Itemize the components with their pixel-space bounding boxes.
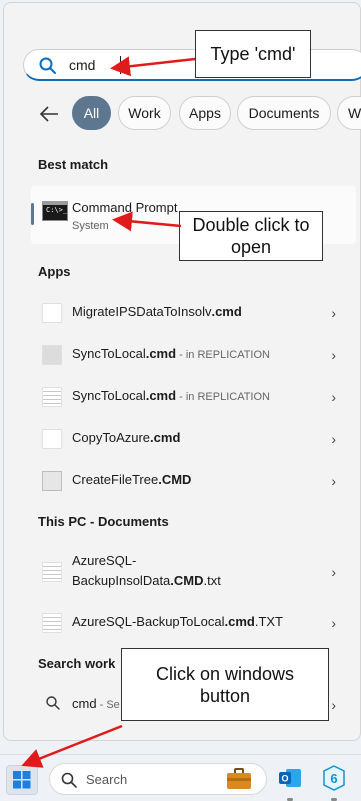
callout-type-cmd: Type 'cmd' xyxy=(195,30,311,78)
documents-heading: This PC - Documents xyxy=(38,514,169,529)
chevron-right-icon: › xyxy=(331,347,336,363)
filter-bar: All Work Apps Documents W xyxy=(38,96,361,132)
chevron-right-icon: › xyxy=(331,564,336,580)
blank-file-icon xyxy=(42,303,62,323)
back-arrow-icon[interactable] xyxy=(38,104,60,124)
chevron-right-icon: › xyxy=(331,389,336,405)
callout-double-click: Double click to open xyxy=(179,211,323,261)
blank-file-icon xyxy=(42,429,62,449)
svg-text:6: 6 xyxy=(330,771,337,786)
app-result-item[interactable]: SyncToLocal.cmd - in REPLICATION › xyxy=(38,334,356,374)
outlook-icon[interactable]: O xyxy=(278,766,302,790)
selection-indicator xyxy=(31,203,34,225)
settings-file-icon xyxy=(42,345,62,365)
blurred-file-icon xyxy=(42,471,62,491)
search-icon xyxy=(39,57,56,74)
best-match-heading: Best match xyxy=(38,157,109,172)
filter-work[interactable]: Work xyxy=(118,96,171,130)
document-result-item[interactable]: AzureSQL- BackupInsolData.CMD.txt › xyxy=(38,546,356,598)
chevron-right-icon: › xyxy=(331,473,336,489)
chevron-right-icon: › xyxy=(331,697,336,713)
search-icon xyxy=(46,696,60,710)
text-caret xyxy=(120,56,121,74)
chevron-right-icon: › xyxy=(331,431,336,447)
briefcase-icon xyxy=(227,768,251,789)
chevron-right-icon: › xyxy=(331,615,336,631)
taskbar-search-placeholder: Search xyxy=(86,772,128,787)
windows-logo-icon xyxy=(13,771,31,789)
command-prompt-icon: C:\>_ xyxy=(42,201,68,221)
app-6-icon[interactable]: 6 xyxy=(322,765,346,791)
best-match-subtitle: System xyxy=(72,220,109,232)
filter-apps[interactable]: Apps xyxy=(179,96,231,130)
app-result-item[interactable]: CreateFileTree.CMD › xyxy=(38,460,356,500)
filter-all[interactable]: All xyxy=(72,96,111,130)
windows-start-button[interactable] xyxy=(6,765,38,795)
app-result-item[interactable]: SyncToLocal.cmd - in REPLICATION › xyxy=(38,376,356,416)
search-work-heading: Search work xyxy=(38,656,116,671)
svg-text:O: O xyxy=(281,774,288,784)
taskbar-search-box[interactable]: Search xyxy=(49,763,267,795)
app-result-item[interactable]: MigrateIPSDataToInsolv.cmd › xyxy=(38,292,356,332)
text-file-icon xyxy=(42,613,62,633)
filter-documents[interactable]: Documents xyxy=(237,96,331,130)
search-icon xyxy=(61,772,77,788)
document-result-item[interactable]: AzureSQL-BackupToLocal.cmd.TXT › xyxy=(38,602,356,642)
callout-windows-button: Click on windows button xyxy=(121,648,329,721)
filter-more[interactable]: W xyxy=(337,96,361,130)
best-match-title: Command Prompt xyxy=(72,200,178,215)
taskbar: Search O 6 xyxy=(0,754,361,801)
apps-heading: Apps xyxy=(38,264,71,279)
chevron-right-icon: › xyxy=(331,305,336,321)
app-result-item[interactable]: CopyToAzure.cmd › xyxy=(38,418,356,458)
text-file-icon xyxy=(42,562,62,582)
text-file-icon xyxy=(42,387,62,407)
search-query: cmd xyxy=(69,57,96,73)
